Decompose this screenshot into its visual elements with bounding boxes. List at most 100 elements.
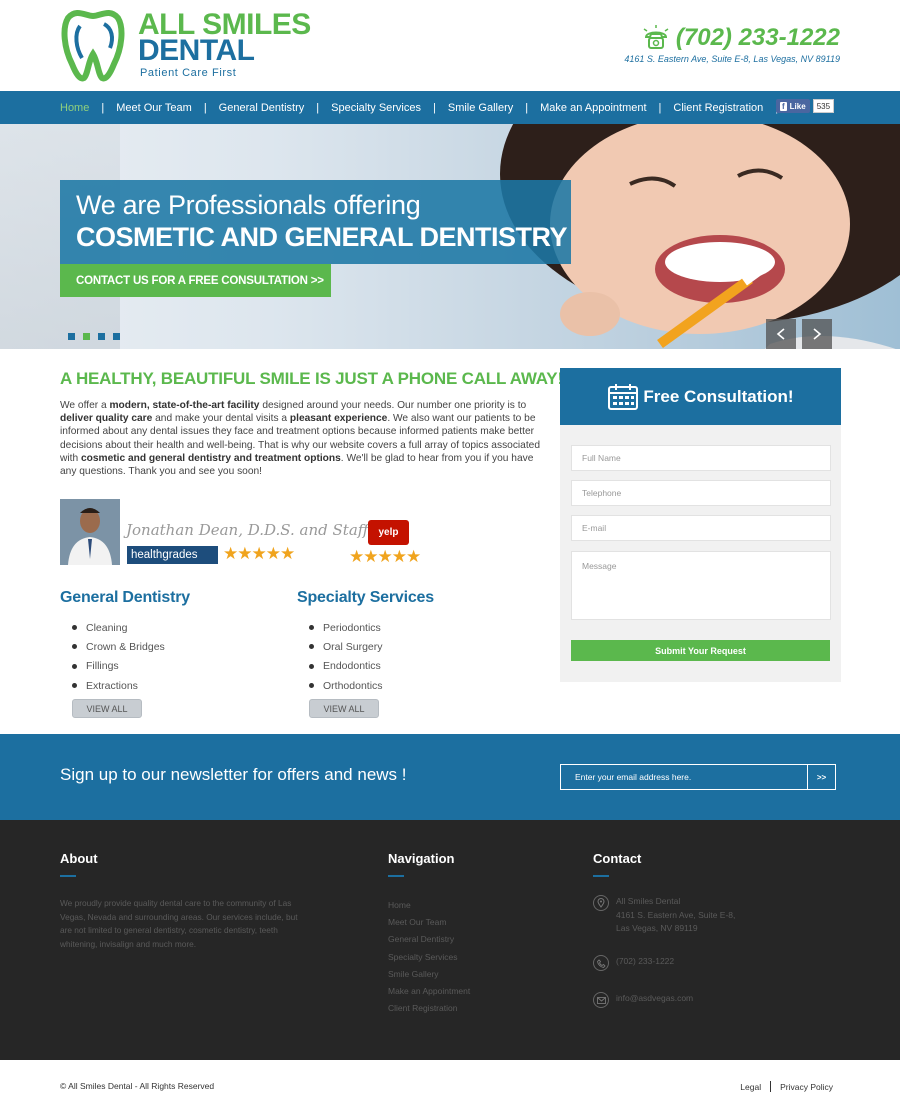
footer-contact-title: Contact: [593, 851, 642, 866]
footer-nav-item-meet-our-team[interactable]: Meet Our Team: [388, 913, 470, 930]
service-item-cleaning[interactable]: Cleaning: [60, 618, 260, 637]
newsletter-text: Sign up to our newsletter for offers and…: [60, 765, 407, 784]
legal-links: Legal Privacy Policy: [740, 1081, 833, 1092]
divider: [593, 875, 609, 877]
newsletter-email-input[interactable]: Enter your email address here.: [560, 764, 808, 790]
chevron-right-icon: [813, 328, 822, 340]
consultation-header: Free Consultation!: [560, 368, 841, 425]
footer-nav-item-client-registration[interactable]: Client Registration: [388, 1000, 470, 1017]
nav-separator: |: [101, 101, 105, 114]
service-item-extractions[interactable]: Extractions: [60, 676, 260, 695]
divider: [60, 875, 76, 877]
slider-dot[interactable]: [113, 333, 120, 340]
slider-next-button[interactable]: [802, 319, 832, 349]
logo[interactable]: ALL SMILES DENTAL Patient Care First: [60, 8, 320, 82]
slider-dot[interactable]: [83, 333, 90, 340]
intro-highlight: modern, state-of-the-art facility: [109, 400, 260, 411]
intro-text: designed around your needs. Our number o…: [259, 400, 527, 411]
email-field[interactable]: E-mail: [571, 515, 831, 541]
doctor-photo: [60, 499, 120, 565]
bullet-icon: [72, 644, 77, 650]
service-item-fillings[interactable]: Fillings: [60, 657, 260, 676]
specialty-services-title[interactable]: Specialty Services: [297, 589, 497, 609]
service-item-label: Oral Surgery: [323, 640, 383, 653]
nav-item-label: Client Registration: [673, 101, 764, 114]
phone-number[interactable]: (702) 233-1222: [676, 24, 840, 52]
full-name-field[interactable]: Full Name: [571, 445, 831, 471]
footer-nav-item-smile-gallery[interactable]: Smile Gallery: [388, 965, 470, 982]
message-field[interactable]: Message: [571, 551, 831, 620]
bullet-icon: [309, 625, 314, 631]
yelp-badge[interactable]: yelp: [368, 520, 409, 545]
slider-prev-button[interactable]: [766, 319, 796, 349]
consultation-title: Free Consultation!: [643, 386, 794, 406]
telephone-field[interactable]: Telephone: [571, 480, 831, 506]
submit-request-button[interactable]: Submit Your Request: [571, 640, 830, 661]
footer-contact: Contact All Smiles Dental 4161 S. Easter…: [593, 851, 833, 1008]
nav-item-general-dentistry[interactable]: General Dentistry |: [219, 102, 331, 114]
footer-navigation: Navigation Home Meet Our Team General Dent…: [388, 851, 470, 1017]
intro-text: and make your dental visits a: [152, 413, 290, 425]
nav-separator: |: [203, 101, 207, 114]
healthgrades-badge[interactable]: healthgrades: [127, 546, 218, 564]
bottom-bar: © All Smiles Dental - All Rights Reserve…: [0, 1060, 900, 1113]
privacy-policy-link[interactable]: Privacy Policy: [780, 1082, 833, 1092]
service-item-oral-surgery[interactable]: Oral Surgery: [297, 637, 497, 656]
contact-phone-text[interactable]: (702) 233-1222: [616, 955, 674, 969]
newsletter-section: Sign up to our newsletter for offers and…: [0, 734, 900, 820]
free-consultation-cta-button[interactable]: CONTACT US FOR A FREE CONSULTATION >>: [60, 264, 331, 297]
service-item-orthodontics[interactable]: Orthodontics: [297, 676, 497, 695]
slider-dot[interactable]: [98, 333, 105, 340]
specialty-services-section: Specialty Services Periodontics Oral Surg…: [297, 589, 497, 695]
footer-nav-item-home[interactable]: Home: [388, 896, 470, 913]
service-item-label: Endodontics: [323, 660, 381, 673]
intro-highlight: deliver quality care: [60, 413, 153, 425]
main-nav: Home | Meet Our Team | General Dentistry | Spe…: [0, 91, 900, 124]
consultation-form: Free Consultation! Full Name Telephone E…: [560, 368, 841, 682]
chevron-left-icon: [776, 328, 785, 340]
service-item-endodontics[interactable]: Endodontics: [297, 657, 497, 676]
footer-about-text: We proudly provide quality dental care t…: [60, 898, 298, 949]
service-item-periodontics[interactable]: Periodontics: [297, 618, 497, 637]
nav-item-client-registration[interactable]: Client Registration|: [673, 102, 790, 114]
service-item-crown-bridges[interactable]: Crown & Bridges: [60, 637, 260, 656]
general-view-all-button[interactable]: VIEW ALL: [72, 699, 142, 718]
yelp-stars: ★★★★★: [349, 547, 421, 566]
newsletter-submit-button[interactable]: >>: [807, 764, 836, 790]
facebook-like-button[interactable]: f Like: [776, 99, 810, 113]
hero-subtitle: We are Professionals offering: [76, 190, 421, 220]
nav-item-label: Meet Our Team: [116, 101, 192, 114]
contact-email-text[interactable]: info@asdvegas.com: [616, 992, 693, 1006]
slider-dot[interactable]: [68, 333, 75, 340]
legal-link[interactable]: Legal: [740, 1082, 761, 1092]
specialty-view-all-button[interactable]: VIEW ALL: [309, 699, 379, 718]
reviews-strip: Jonathan Dean, D.D.S. and Staff healthgr…: [60, 499, 440, 567]
intro-highlight: cosmetic and general dentistry and treat…: [80, 452, 341, 464]
nav-item-smile-gallery[interactable]: Smile Gallery |: [448, 102, 540, 114]
copyright: © All Smiles Dental - All Rights Reserve…: [60, 1081, 215, 1091]
facebook-like[interactable]: f Like 535: [776, 99, 835, 113]
site-header: ALL SMILES DENTAL Patient Care First (70…: [0, 0, 900, 91]
footer-nav-list: Home Meet Our Team General Dentistry Specia…: [388, 896, 470, 1017]
header-address: 4161 S. Eastern Ave, Suite E-8, Las Vega…: [624, 54, 840, 64]
footer-nav-item-specialty-services[interactable]: Specialty Services: [388, 948, 470, 965]
nav-item-home[interactable]: Home |: [60, 102, 116, 114]
nav-separator: |: [433, 101, 436, 114]
contact-email: info@asdvegas.com: [593, 992, 693, 1008]
logo-tagline: Patient Care First: [140, 67, 237, 79]
contact-city: Las Vegas, NV 89119: [616, 923, 698, 933]
general-dentistry-title[interactable]: General Dentistry: [60, 589, 260, 609]
divider: [388, 875, 404, 877]
nav-separator: |: [658, 101, 662, 114]
nav-separator: |: [316, 101, 320, 114]
nav-item-label: Smile Gallery: [447, 101, 514, 114]
service-item-label: Crown & Bridges: [86, 640, 165, 653]
nav-item-specialty-services[interactable]: Specialty Services |: [331, 102, 448, 114]
contact-phone: (702) 233-1222: [593, 955, 674, 971]
footer-nav-item-make-an-appointment[interactable]: Make an Appointment: [388, 982, 470, 999]
facebook-icon: f: [780, 101, 787, 111]
footer-nav-item-general-dentistry[interactable]: General Dentistry: [388, 931, 470, 948]
phone-icon: [593, 955, 609, 971]
nav-item-make-an-appointment[interactable]: Make an Appointment |: [540, 102, 673, 114]
nav-item-meet-our-team[interactable]: Meet Our Team |: [116, 102, 218, 114]
